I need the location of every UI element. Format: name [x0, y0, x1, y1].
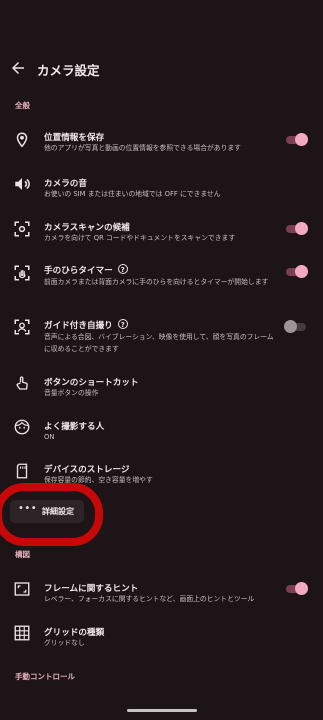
annotation-highlight	[0, 483, 103, 546]
camera-scan-toggle[interactable]	[284, 221, 308, 237]
setting-title: カメラの音	[44, 179, 87, 189]
page-title: カメラ設定	[37, 63, 100, 78]
back-arrow-icon[interactable]	[9, 59, 27, 77]
setting-title-text: ガイド付き自撮り	[44, 321, 113, 331]
setting-title: ガイド付き自撮り?	[44, 319, 128, 331]
setting-title: フレームに関するヒント	[44, 584, 139, 594]
setting-title: よく撮影する人	[44, 422, 105, 432]
setting-title: 位置情報を保存	[44, 133, 105, 143]
setting-subtitle: 音量ボタンの操作	[44, 389, 99, 397]
setting-subtitle: レベラー、フォーカスに関するヒントなど、画面上のヒントとツール	[44, 595, 255, 603]
setting-title: カメラスキャンの候補	[44, 223, 130, 233]
face-icon	[14, 419, 30, 435]
help-circle-icon[interactable]: ?	[117, 319, 128, 329]
frame-hints-toggle[interactable]	[284, 581, 308, 597]
section-header-general: 全般	[15, 101, 30, 110]
setting-title: デバイスのストレージ	[44, 465, 130, 475]
setting-subtitle: カメラを向けて QR コードやドキュメントをスキャンできます	[44, 234, 236, 242]
storage-icon	[16, 463, 28, 479]
save-location-toggle[interactable]	[284, 132, 308, 148]
hand-tap-icon	[16, 376, 28, 390]
setting-title: 手のひらタイマー?	[44, 264, 128, 276]
setting-subtitle: 他のアプリが写真と動画の位置情報を参照できる場合があります	[44, 144, 241, 152]
setting-subtitle: お使いの SIM または住まいの地域では OFF にできません	[44, 190, 221, 198]
guided-selfie-icon	[14, 319, 30, 335]
location-pin-icon	[16, 132, 28, 148]
app-bar: カメラ設定	[0, 55, 323, 83]
setting-subtitle: 前面カメラまたは背面カメラに手のひらを向けるとタイマーが開始します	[44, 278, 269, 286]
setting-title: グリッドの種類	[44, 628, 105, 638]
setting-subtitle: 音声による合図、バイブレーション、映像を使用して、顔を写真のフレームに収めること…	[44, 333, 274, 353]
palm-timer-toggle[interactable]	[284, 264, 308, 280]
scan-icon	[14, 221, 30, 237]
speaker-icon	[15, 178, 30, 190]
gesture-nav-bar[interactable]	[127, 709, 197, 712]
setting-title: ボタンのショートカット	[44, 378, 139, 388]
setting-subtitle: ON	[44, 433, 55, 441]
grid-icon	[14, 625, 30, 641]
guided-selfie-toggle[interactable]	[284, 319, 308, 335]
setting-title-text: 手のひらタイマー	[44, 266, 113, 276]
help-circle-icon[interactable]: ?	[117, 264, 128, 274]
setting-subtitle: グリッドなし	[44, 639, 85, 647]
frame-hint-icon	[14, 582, 30, 596]
section-header-manual-controls: 手動コントロール	[15, 672, 75, 681]
section-header-composition: 構図	[15, 550, 30, 559]
palm-timer-icon	[14, 265, 30, 281]
